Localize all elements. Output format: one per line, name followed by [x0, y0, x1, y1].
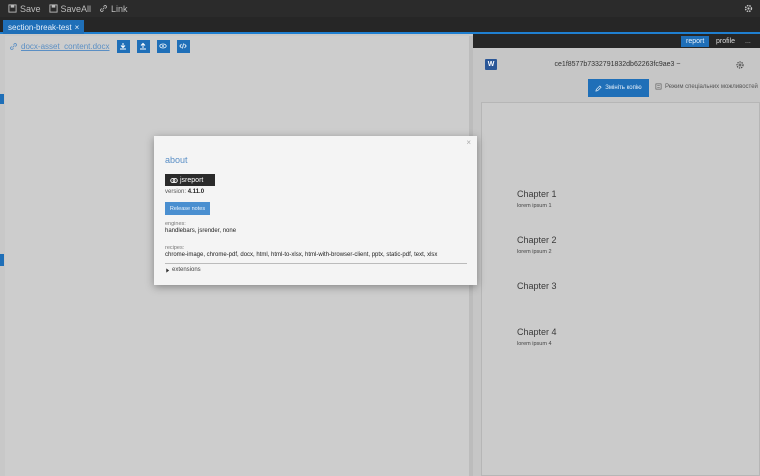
accessibility-icon [655, 83, 662, 90]
extensions-label: extensions [172, 267, 201, 273]
save-button[interactable]: Save [8, 4, 41, 14]
upload-icon [140, 42, 146, 50]
chapter-4: Chapter 4 lorem ipsum 4 [517, 327, 557, 347]
jsreport-logo: jsreport [165, 174, 215, 186]
chapter-text: lorem ipsum 4 [517, 341, 552, 347]
tab-label: section-break-test [8, 22, 72, 32]
edit-copy-button[interactable]: Змініть копію [588, 79, 649, 97]
eye-icon [159, 43, 167, 49]
divider [165, 263, 467, 264]
link-icon [100, 5, 107, 12]
editor-header: docx-asset_content.docx [5, 36, 469, 56]
edit-copy-label: Змініть копію [605, 85, 642, 91]
version-value: 4.11.0 [187, 189, 205, 195]
download-button[interactable] [116, 39, 130, 53]
word-viewer-actions: Змініть копію Режим спеціальних можливос… [475, 78, 760, 98]
chapter-title: Chapter 3 [517, 281, 557, 291]
close-icon[interactable]: × [466, 138, 471, 147]
chapter-title: Chapter 2 [517, 235, 557, 245]
saveall-button[interactable]: SaveAll [48, 3, 92, 14]
tab-section-break-test[interactable]: section-break-test × [3, 20, 85, 34]
link-button[interactable]: Link [99, 4, 128, 14]
save-icon [8, 4, 17, 13]
engines-value: handlebars, jsrender, none [165, 228, 237, 234]
extensions-toggle[interactable]: extensions [165, 267, 201, 273]
jsreport-logo-icon [170, 177, 178, 183]
saveall-icon [48, 4, 58, 13]
code-button[interactable] [176, 39, 190, 53]
link-label: Link [111, 3, 128, 14]
link-icon [10, 42, 17, 50]
chapter-title: Chapter 1 [517, 189, 557, 199]
save-label: Save [20, 3, 41, 14]
version-line: version: 4.11.0 [165, 189, 204, 195]
accessibility-mode-label: Режим спеціальних можливостей [665, 83, 758, 90]
docx-asset-link[interactable]: docx-asset_content.docx [9, 42, 110, 51]
chapter-2: Chapter 2 lorem ipsum 2 [517, 235, 557, 255]
version-label: version: [165, 189, 187, 195]
viewer-settings-icon[interactable] [735, 60, 745, 70]
recipes-label: recipes: [165, 245, 185, 251]
tab-profile[interactable]: profile [711, 36, 740, 47]
preview-pane: report profile ... W ce1f8577b7332791832… [473, 34, 760, 476]
preview-button[interactable] [156, 39, 170, 53]
tab-close-icon[interactable]: × [75, 23, 80, 32]
document-page: Chapter 1 lorem ipsum 1 Chapter 2 lorem … [481, 102, 760, 476]
chapter-text: lorem ipsum 1 [517, 203, 552, 209]
release-notes-button[interactable]: Release notes [165, 202, 210, 215]
chapter-title: Chapter 4 [517, 327, 557, 337]
engines-label: engines: [165, 221, 186, 227]
chapter-3: Chapter 3 [517, 281, 557, 291]
document-id[interactable]: ce1f8577b7332791832db62263fc9ae3 ~ [475, 61, 760, 68]
chapter-text: lorem ipsum 2 [517, 249, 552, 255]
docx-asset-link-label: docx-asset_content.docx [21, 41, 110, 51]
logo-text: jsreport [180, 176, 204, 184]
code-icon [179, 43, 187, 49]
saveall-label: SaveAll [60, 3, 92, 14]
pencil-icon [595, 84, 602, 92]
word-viewer-header: W ce1f8577b7332791832db62263fc9ae3 ~ [475, 54, 760, 78]
side-handle-bottom[interactable] [0, 254, 4, 266]
accessibility-mode-button[interactable]: Режим спеціальних можливостей [655, 83, 758, 90]
side-handle-top[interactable] [0, 94, 4, 104]
caret-right-icon [166, 267, 170, 273]
about-dialog: × about jsreport version: 4.11.0 Release… [154, 136, 477, 285]
dialog-title: about [165, 155, 188, 165]
main-toolbar: Save SaveAll Link [0, 0, 760, 17]
tab-more[interactable]: ... [740, 36, 756, 47]
chapter-1: Chapter 1 lorem ipsum 1 [517, 189, 557, 209]
settings-gear-icon[interactable] [743, 3, 754, 14]
tab-strip: section-break-test × [0, 17, 760, 34]
download-icon [120, 43, 126, 50]
recipes-value: chrome-image, chrome-pdf, docx, html, ht… [165, 252, 438, 258]
tab-report[interactable]: report [681, 36, 710, 47]
upload-button[interactable] [136, 39, 150, 53]
preview-tabs: report profile ... [473, 34, 760, 48]
